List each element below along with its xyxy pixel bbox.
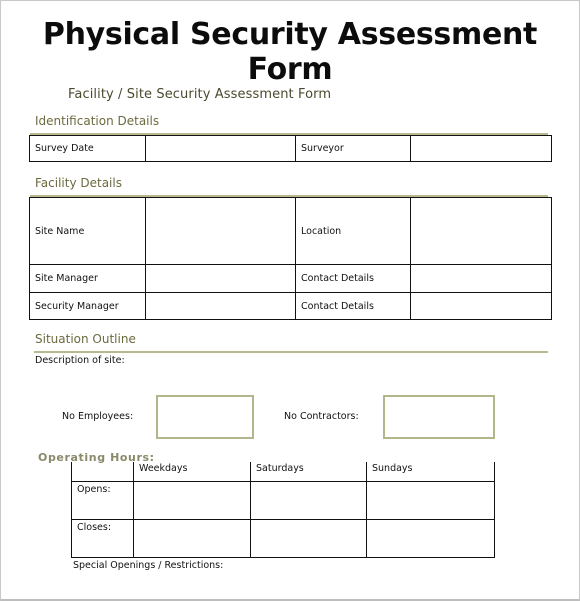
site-manager-label: Site Manager [29,264,146,293]
site-manager-field[interactable] [145,264,296,293]
special-openings-label: Special Openings / Restrictions: [73,560,224,571]
table-row: Site Manager Contact Details [29,264,552,293]
closes-label: Closes: [71,519,134,558]
operating-hours-table: Weekdays Saturdays Sundays Opens: Closes… [71,462,495,558]
security-manager-contact-label: Contact Details [295,292,411,320]
site-name-label: Site Name [29,197,146,265]
column-header-saturdays: Saturdays [250,462,367,482]
contractors-label: No Contractors: [284,411,359,422]
description-label: Description of site: [35,355,125,366]
closes-weekdays-field[interactable] [133,519,251,558]
location-field[interactable] [410,197,552,265]
opens-label: Opens: [71,481,134,520]
identification-table: Survey Date Surveyor [29,135,552,162]
employees-label: No Employees: [62,411,134,422]
table-row: Closes: [71,519,495,558]
facility-heading: Facility Details [35,176,122,190]
corner-cell [71,462,134,482]
survey-date-field[interactable] [145,135,296,162]
security-manager-contact-field[interactable] [410,292,552,320]
column-header-weekdays: Weekdays [133,462,251,482]
security-manager-field[interactable] [145,292,296,320]
closes-sundays-field[interactable] [366,519,495,558]
site-manager-contact-field[interactable] [410,264,552,293]
contractors-field[interactable] [383,395,495,439]
form-title: Physical Security Assessment Form [42,17,538,87]
closes-saturdays-field[interactable] [250,519,367,558]
column-header-sundays: Sundays [366,462,495,482]
surveyor-label: Surveyor [295,135,411,162]
form-subtitle: Facility / Site Security Assessment Form [68,87,332,102]
opens-saturdays-field[interactable] [250,481,367,520]
table-row: Survey Date Surveyor [29,135,552,162]
table-row: Opens: [71,481,495,520]
site-name-field[interactable] [145,197,296,265]
table-row: Security Manager Contact Details [29,292,552,320]
site-manager-contact-label: Contact Details [295,264,411,293]
table-row: Site Name Location [29,197,552,265]
facility-table: Site Name Location Site Manager Contact … [29,197,552,320]
surveyor-field[interactable] [410,135,552,162]
situation-rule [34,351,548,353]
security-manager-label: Security Manager [29,292,146,320]
location-label: Location [295,197,411,265]
opens-weekdays-field[interactable] [133,481,251,520]
employees-field[interactable] [156,395,254,439]
opens-sundays-field[interactable] [366,481,495,520]
table-header-row: Weekdays Saturdays Sundays [71,462,495,482]
survey-date-label: Survey Date [29,135,146,162]
situation-heading: Situation Outline [35,332,136,346]
identification-heading: Identification Details [35,114,160,128]
